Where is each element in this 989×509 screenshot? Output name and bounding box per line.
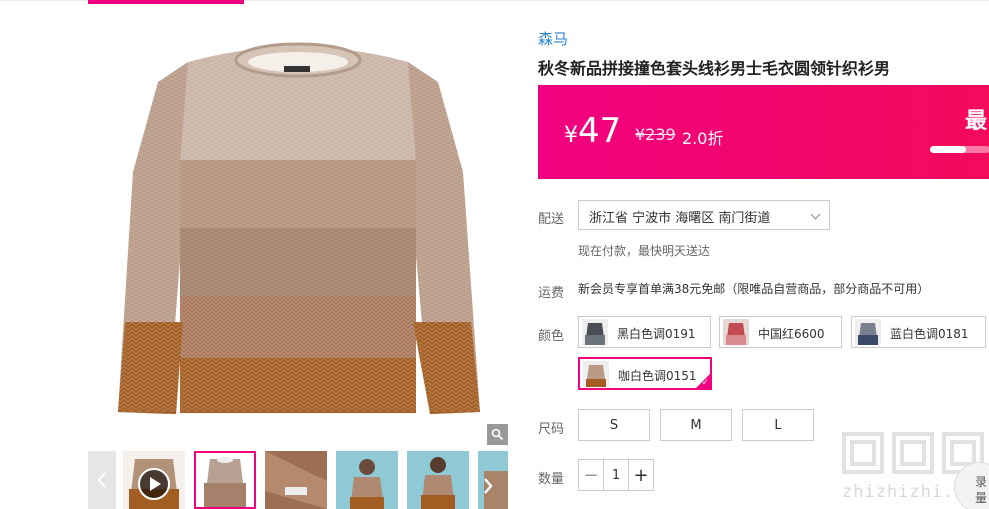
delivery-note: 现在付款，最快明天送达: [578, 244, 711, 258]
color-option-label: 咖白色调0151: [618, 369, 697, 383]
color-swatch-image: [855, 319, 881, 345]
shipping-label: 运费: [538, 286, 565, 301]
price-value: 47: [578, 111, 622, 151]
thumbnail-strip: [88, 451, 508, 509]
magnifier-icon: [491, 428, 504, 441]
delivery-label: 配送: [538, 212, 565, 227]
color-option-label: 中国红6600: [758, 327, 825, 341]
watermark-badge-text: 录 量: [975, 474, 987, 506]
color-swatch-image: [583, 361, 609, 387]
watermark-badge-line: 录: [975, 475, 988, 489]
active-tab-indicator: [88, 0, 244, 4]
thumbnail-item-active[interactable]: [194, 451, 256, 509]
size-option-l[interactable]: L: [742, 409, 814, 441]
discount-label: 2.0折: [682, 129, 724, 148]
quantity-decrease-button[interactable]: −: [579, 460, 603, 490]
thumbnail-item[interactable]: [407, 451, 469, 509]
price-banner: ¥47 ¥239 2.0折 最: [538, 85, 989, 179]
currency-symbol: ¥: [564, 123, 578, 148]
color-option-brown-white[interactable]: 咖白色调0151 ✓: [578, 357, 712, 390]
quantity-input[interactable]: 1: [603, 460, 629, 490]
color-option-label: 蓝白色调0181: [890, 327, 969, 341]
color-option-black-white[interactable]: 黑白色调0191: [578, 316, 711, 348]
product-main-image[interactable]: [88, 22, 508, 442]
watermark-badge-line: 量: [975, 491, 988, 505]
size-option-m[interactable]: M: [660, 409, 732, 441]
color-option-blue-white[interactable]: 蓝白色调0181: [851, 316, 986, 348]
quantity-stepper: − 1 +: [578, 459, 654, 491]
current-price: ¥47: [564, 111, 621, 151]
shipping-text: 新会员专享首单满38元免邮（限唯品自营商品，部分商品不可用）: [578, 282, 930, 296]
color-option-red[interactable]: 中国红6600: [719, 316, 842, 348]
chevron-left-icon: [97, 472, 106, 488]
thumbnail-item[interactable]: [336, 451, 398, 509]
color-label: 颜色: [538, 329, 565, 344]
size-option-s[interactable]: S: [578, 409, 650, 441]
promo-tag: 最: [965, 109, 988, 134]
original-price: ¥239: [635, 125, 676, 144]
color-option-label: 黑白色调0191: [617, 327, 696, 341]
color-swatch-image: [723, 319, 749, 345]
size-label: 尺码: [538, 422, 565, 437]
chevron-down-icon: [810, 209, 821, 220]
delivery-location-value: 浙江省 宁波市 海曙区 南门街道: [589, 211, 771, 226]
thumbnail-item[interactable]: [265, 451, 327, 509]
thumbnail-video[interactable]: [123, 451, 185, 509]
color-swatch-image: [582, 319, 608, 345]
quantity-label: 数量: [538, 472, 565, 487]
brand-link[interactable]: 森马: [538, 28, 568, 49]
promo-progress-bar: [930, 146, 989, 153]
chevron-right-icon: [484, 478, 493, 494]
thumbnail-prev-button[interactable]: [88, 451, 116, 509]
promo-progress-fill: [930, 146, 966, 153]
product-title: 秋冬新品拼接撞色套头线衫男士毛衣圆领针织衫男: [538, 59, 891, 78]
checkmark-icon: ✓: [701, 378, 709, 388]
quantity-increase-button[interactable]: +: [629, 460, 653, 490]
zoom-button[interactable]: [487, 424, 508, 445]
delivery-location-select[interactable]: 浙江省 宁波市 海曙区 南门街道: [578, 200, 830, 230]
thumbnail-next-button[interactable]: [480, 471, 496, 501]
